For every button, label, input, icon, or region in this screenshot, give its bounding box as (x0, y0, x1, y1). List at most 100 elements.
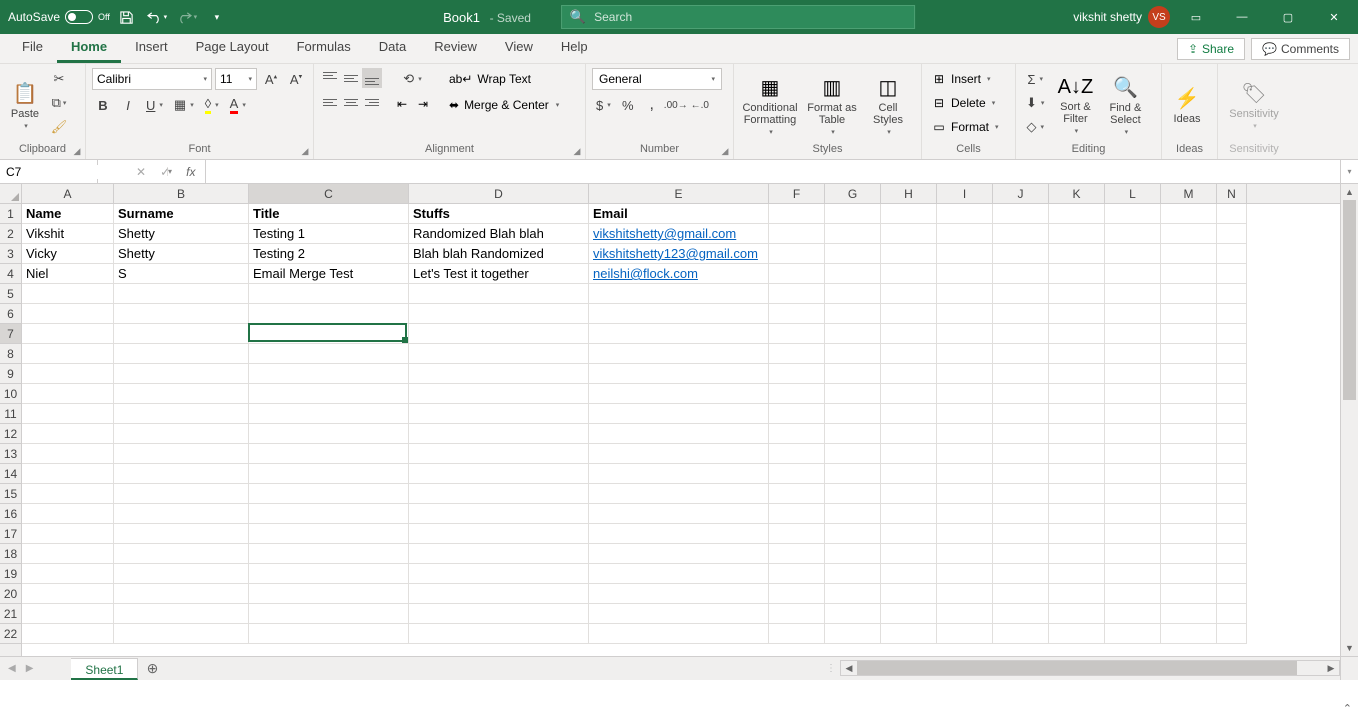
col-header-K[interactable]: K (1049, 184, 1105, 203)
cell-B1[interactable]: Surname (114, 204, 249, 224)
cell-G16[interactable] (825, 504, 881, 524)
cell-L11[interactable] (1105, 404, 1161, 424)
cell-I8[interactable] (937, 344, 993, 364)
cell-D2[interactable]: Randomized Blah blah (409, 224, 589, 244)
number-format-select[interactable]: General▾ (592, 68, 722, 90)
cell-A22[interactable] (22, 624, 114, 644)
cell-I6[interactable] (937, 304, 993, 324)
cell-G11[interactable] (825, 404, 881, 424)
cell-K17[interactable] (1049, 524, 1105, 544)
cell-M12[interactable] (1161, 424, 1217, 444)
cell-G18[interactable] (825, 544, 881, 564)
vscroll-thumb[interactable] (1343, 200, 1356, 400)
clipboard-launcher[interactable]: ◢ (71, 145, 83, 157)
cell-K3[interactable] (1049, 244, 1105, 264)
cell-K7[interactable] (1049, 324, 1105, 344)
user-name[interactable]: vikshit shetty (1073, 10, 1142, 24)
cell-D16[interactable] (409, 504, 589, 524)
cell-K14[interactable] (1049, 464, 1105, 484)
cell-styles-button[interactable]: ◫Cell Styles▾ (864, 68, 912, 143)
cell-K12[interactable] (1049, 424, 1105, 444)
align-middle-button[interactable] (341, 68, 361, 88)
cell-C10[interactable] (249, 384, 409, 404)
cell-J4[interactable] (993, 264, 1049, 284)
cell-A17[interactable] (22, 524, 114, 544)
cell-F2[interactable] (769, 224, 825, 244)
cell-B10[interactable] (114, 384, 249, 404)
paste-button[interactable]: 📋 Paste ▾ (6, 68, 44, 143)
row-header-2[interactable]: 2 (0, 224, 21, 244)
cell-I20[interactable] (937, 584, 993, 604)
cell-N15[interactable] (1217, 484, 1247, 504)
cell-N20[interactable] (1217, 584, 1247, 604)
save-button[interactable] (114, 4, 140, 30)
cell-L12[interactable] (1105, 424, 1161, 444)
tab-data[interactable]: Data (365, 33, 420, 63)
col-header-J[interactable]: J (993, 184, 1049, 203)
row-header-21[interactable]: 21 (0, 604, 21, 624)
cell-M2[interactable] (1161, 224, 1217, 244)
cell-C3[interactable]: Testing 2 (249, 244, 409, 264)
row-header-17[interactable]: 17 (0, 524, 21, 544)
cell-A2[interactable]: Vikshit (22, 224, 114, 244)
cell-K2[interactable] (1049, 224, 1105, 244)
cell-M13[interactable] (1161, 444, 1217, 464)
horizontal-scrollbar[interactable]: ◀ ▶ (840, 660, 1340, 676)
cell-J20[interactable] (993, 584, 1049, 604)
scroll-up-button[interactable]: ▲ (1341, 184, 1358, 200)
maximize-button[interactable]: ▢ (1268, 0, 1308, 34)
cell-I10[interactable] (937, 384, 993, 404)
copy-button[interactable]: ⧉▾ (48, 92, 70, 114)
cell-K15[interactable] (1049, 484, 1105, 504)
cell-D7[interactable] (409, 324, 589, 344)
cell-E21[interactable] (589, 604, 769, 624)
cell-J12[interactable] (993, 424, 1049, 444)
align-right-button[interactable] (362, 92, 382, 112)
cell-C7[interactable] (249, 324, 409, 344)
cells-area[interactable]: NameSurnameTitleStuffsEmailVikshitShetty… (22, 204, 1340, 656)
cell-D13[interactable] (409, 444, 589, 464)
decrease-decimal-button[interactable]: ←.0 (689, 94, 711, 116)
cell-B21[interactable] (114, 604, 249, 624)
row-header-8[interactable]: 8 (0, 344, 21, 364)
cell-A12[interactable] (22, 424, 114, 444)
cell-K10[interactable] (1049, 384, 1105, 404)
cell-G4[interactable] (825, 264, 881, 284)
col-header-B[interactable]: B (114, 184, 249, 203)
cell-K13[interactable] (1049, 444, 1105, 464)
sheet-split-handle[interactable]: ⋮ (826, 663, 836, 674)
cell-F10[interactable] (769, 384, 825, 404)
cell-C5[interactable] (249, 284, 409, 304)
cell-N4[interactable] (1217, 264, 1247, 284)
cell-N5[interactable] (1217, 284, 1247, 304)
row-header-7[interactable]: 7 (0, 324, 21, 344)
scroll-left-button[interactable]: ◀ (841, 661, 857, 675)
cell-H12[interactable] (881, 424, 937, 444)
cell-L1[interactable] (1105, 204, 1161, 224)
cell-K5[interactable] (1049, 284, 1105, 304)
cell-F17[interactable] (769, 524, 825, 544)
cell-E9[interactable] (589, 364, 769, 384)
border-button[interactable]: ▦▾ (170, 94, 198, 116)
cell-I14[interactable] (937, 464, 993, 484)
cell-B5[interactable] (114, 284, 249, 304)
cell-G6[interactable] (825, 304, 881, 324)
cell-D20[interactable] (409, 584, 589, 604)
close-button[interactable]: ✕ (1314, 0, 1354, 34)
cell-A8[interactable] (22, 344, 114, 364)
cell-B17[interactable] (114, 524, 249, 544)
cell-M8[interactable] (1161, 344, 1217, 364)
cell-J3[interactable] (993, 244, 1049, 264)
cell-L14[interactable] (1105, 464, 1161, 484)
cell-G8[interactable] (825, 344, 881, 364)
fx-icon[interactable]: fx (180, 165, 201, 179)
cell-D21[interactable] (409, 604, 589, 624)
cell-L4[interactable] (1105, 264, 1161, 284)
cell-I18[interactable] (937, 544, 993, 564)
cell-E3[interactable]: vikshitshetty123@gmail.com (589, 244, 769, 264)
sheet-tab-active[interactable]: Sheet1 (71, 658, 138, 680)
cell-I4[interactable] (937, 264, 993, 284)
shrink-font-button[interactable]: A▾ (285, 68, 307, 90)
cell-H3[interactable] (881, 244, 937, 264)
cell-F15[interactable] (769, 484, 825, 504)
